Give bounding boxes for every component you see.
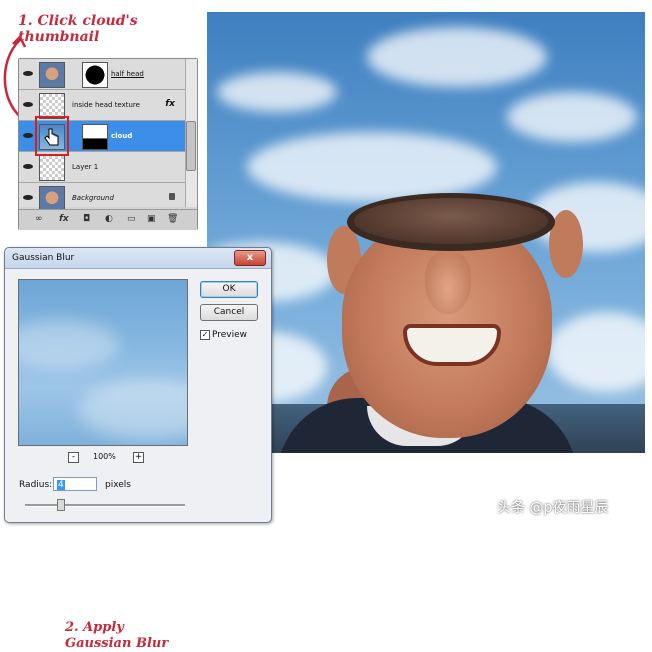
blur-preview[interactable] bbox=[18, 279, 188, 446]
trash-icon[interactable]: 🗑 bbox=[167, 214, 178, 224]
radius-input[interactable]: 4 bbox=[53, 477, 97, 491]
lock-icon bbox=[169, 193, 175, 200]
nose bbox=[425, 252, 471, 314]
layers-panel-footer: ∞ fx ◘ ◐ ▭ ▣ 🗑 bbox=[19, 209, 197, 230]
layer-row-background[interactable]: Background bbox=[19, 183, 185, 212]
layer-row-half-head[interactable]: half head bbox=[19, 59, 185, 90]
layer-mask-thumbnail[interactable] bbox=[82, 124, 108, 150]
smile bbox=[403, 324, 501, 366]
preview-cloud bbox=[19, 320, 119, 370]
visibility-eye-icon[interactable] bbox=[23, 100, 34, 109]
folder-icon[interactable]: ▭ bbox=[127, 214, 136, 224]
layer-mask-thumbnail[interactable] bbox=[82, 62, 108, 88]
preview-cloud bbox=[79, 380, 187, 440]
gaussian-blur-dialog: Gaussian Blur x 2. Apply Gaussian Blur -… bbox=[4, 247, 272, 651]
step-1-annotation: 1. Click cloud's thumbnail bbox=[18, 13, 138, 45]
layer-name: cloud bbox=[111, 132, 133, 140]
visibility-eye-icon[interactable] bbox=[23, 162, 34, 171]
layers-scrollbar[interactable] bbox=[185, 59, 197, 207]
dialog-titlebar[interactable]: Gaussian Blur x bbox=[5, 248, 271, 269]
inside-head-texture bbox=[354, 198, 548, 244]
layer-name: Background bbox=[72, 194, 114, 202]
radius-label: Radius: bbox=[19, 480, 53, 490]
step-1-line-2: thumbnail bbox=[18, 29, 100, 45]
visibility-eye-icon[interactable] bbox=[23, 131, 34, 140]
cancel-button[interactable]: Cancel bbox=[200, 304, 258, 321]
mask-icon[interactable]: ◘ bbox=[83, 214, 90, 224]
layer-name: Layer 1 bbox=[72, 163, 99, 171]
cloud-shape bbox=[367, 27, 547, 87]
step-1-line-1: 1. Click cloud's bbox=[18, 13, 138, 29]
composite-photo bbox=[207, 12, 645, 453]
watermark: 头条 @p夜雨星辰 bbox=[497, 500, 609, 516]
preview-checkbox[interactable]: ✓ bbox=[200, 330, 210, 340]
adjustment-icon[interactable]: ◐ bbox=[105, 214, 113, 224]
step-2-annotation: 2. Apply Gaussian Blur bbox=[65, 620, 168, 652]
cloud-shape bbox=[247, 132, 497, 202]
step-2-line-2: Gaussian Blur bbox=[65, 636, 169, 651]
layer-name: half head bbox=[111, 70, 144, 78]
zoom-in-button[interactable]: + bbox=[133, 452, 144, 463]
hand-cursor-icon bbox=[44, 128, 59, 146]
visibility-eye-icon[interactable] bbox=[23, 69, 34, 78]
radius-unit: pixels bbox=[105, 480, 131, 490]
link-icon[interactable]: ∞ bbox=[35, 214, 43, 224]
cloud-shape bbox=[507, 92, 637, 142]
layer-thumbnail[interactable] bbox=[39, 155, 65, 181]
scrollbar-thumb[interactable] bbox=[186, 121, 196, 171]
new-layer-icon[interactable]: ▣ bbox=[147, 214, 156, 224]
zoom-level: 100% bbox=[93, 452, 116, 461]
cloud-shape bbox=[217, 72, 337, 112]
fx-icon[interactable]: fx bbox=[165, 99, 175, 109]
cloud-shape bbox=[547, 312, 645, 392]
dialog-title: Gaussian Blur bbox=[12, 253, 75, 263]
layer-thumbnail[interactable] bbox=[39, 62, 65, 88]
step-2-line-1: 2. Apply bbox=[65, 620, 124, 635]
fx-icon[interactable]: fx bbox=[59, 214, 69, 224]
layer-row-layer-1[interactable]: Layer 1 bbox=[19, 152, 185, 183]
thumbnail-highlight-box bbox=[35, 116, 69, 156]
radius-slider-thumb[interactable] bbox=[57, 499, 65, 511]
visibility-eye-icon[interactable] bbox=[23, 193, 34, 202]
zoom-out-button[interactable]: - bbox=[68, 452, 79, 463]
radius-slider-track[interactable] bbox=[25, 504, 185, 507]
preview-label: Preview bbox=[212, 330, 248, 340]
layer-name: inside head texture bbox=[72, 101, 140, 109]
close-button[interactable]: x bbox=[234, 250, 266, 266]
radius-value: 4 bbox=[57, 480, 65, 490]
ok-button[interactable]: OK bbox=[200, 281, 258, 298]
